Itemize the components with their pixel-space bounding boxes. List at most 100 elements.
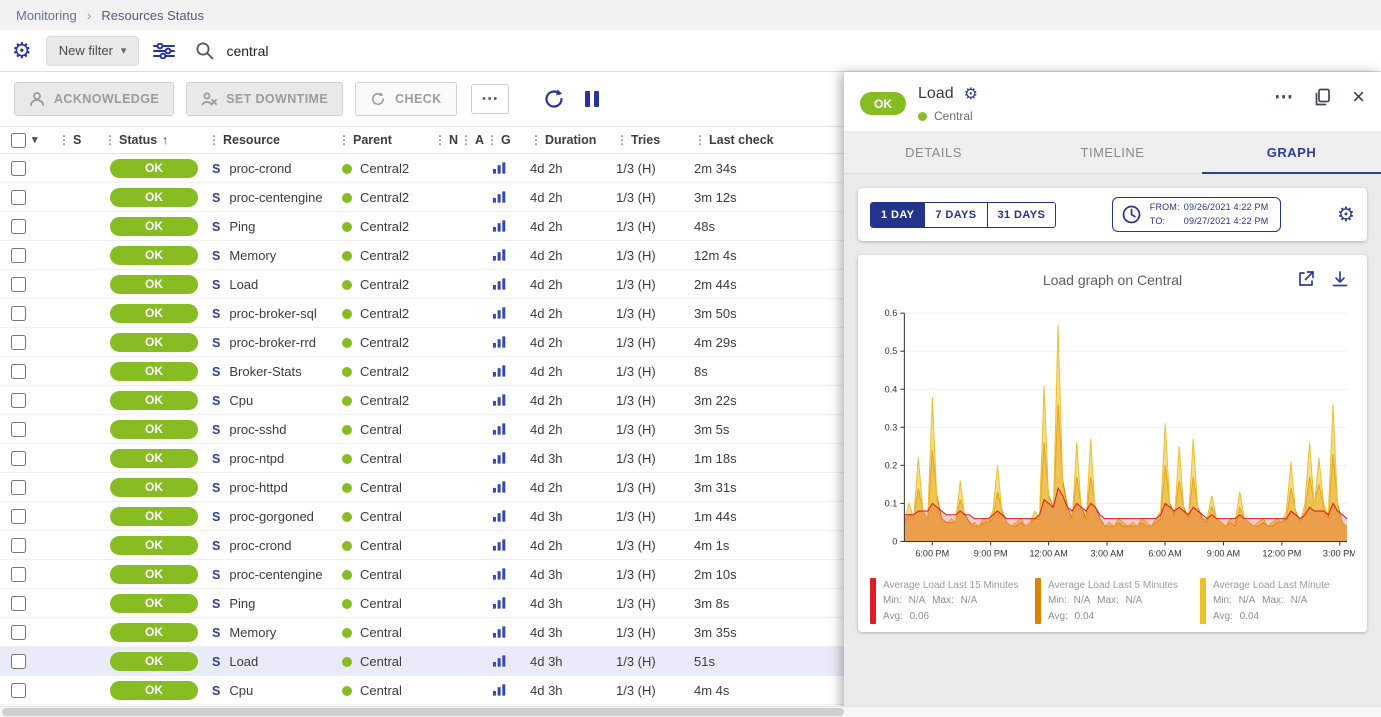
table-row[interactable]: OK SMemory Central2 4d 2h 1/3 (H) 12m 4s bbox=[0, 241, 905, 270]
graph-icon[interactable] bbox=[492, 190, 507, 204]
table-row[interactable]: OK Sproc-gorgoned Central 4d 3h 1/3 (H) … bbox=[0, 502, 905, 531]
set-downtime-button[interactable]: SET DOWNTIME bbox=[186, 82, 343, 116]
table-row[interactable]: OK SPing Central2 4d 2h 1/3 (H) 48s bbox=[0, 212, 905, 241]
copy-link-icon[interactable] bbox=[1313, 88, 1332, 107]
column-menu-icon[interactable]: ⋮ bbox=[104, 133, 116, 147]
column-menu-icon[interactable]: ⋮ bbox=[530, 133, 542, 147]
row-checkbox[interactable] bbox=[11, 625, 26, 640]
row-checkbox[interactable] bbox=[11, 567, 26, 582]
resource-name[interactable]: Ping bbox=[229, 596, 255, 611]
column-menu-icon[interactable]: ⋮ bbox=[434, 133, 446, 147]
parent-name[interactable]: Central2 bbox=[360, 393, 409, 408]
row-checkbox[interactable] bbox=[11, 596, 26, 611]
parent-name[interactable]: Central2 bbox=[360, 219, 409, 234]
acknowledge-button[interactable]: ACKNOWLEDGE bbox=[14, 82, 174, 116]
row-checkbox[interactable] bbox=[11, 451, 26, 466]
parent-name[interactable]: Central bbox=[360, 683, 402, 698]
horizontal-scrollbar[interactable] bbox=[0, 706, 1381, 717]
row-checkbox[interactable] bbox=[11, 190, 26, 205]
table-row[interactable]: OK SPing Central 4d 3h 1/3 (H) 3m 8s bbox=[0, 589, 905, 618]
column-menu-icon[interactable]: ⋮ bbox=[460, 133, 472, 147]
resource-name[interactable]: Cpu bbox=[229, 393, 253, 408]
row-checkbox[interactable] bbox=[11, 422, 26, 437]
table-row[interactable]: OK Sproc-centengine Central2 4d 2h 1/3 (… bbox=[0, 183, 905, 212]
table-row[interactable]: OK SBroker-Stats Central2 4d 2h 1/3 (H) … bbox=[0, 357, 905, 386]
table-row[interactable]: OK Sproc-broker-rrd Central2 4d 2h 1/3 (… bbox=[0, 328, 905, 357]
parent-name[interactable]: Central2 bbox=[360, 364, 409, 379]
check-button[interactable]: CHECK bbox=[355, 82, 456, 116]
table-row[interactable]: OK Sproc-httpd Central 4d 2h 1/3 (H) 3m … bbox=[0, 473, 905, 502]
graph-icon[interactable] bbox=[492, 480, 507, 494]
graph-icon[interactable] bbox=[492, 451, 507, 465]
row-checkbox[interactable] bbox=[11, 248, 26, 263]
resource-name[interactable]: proc-crond bbox=[229, 538, 291, 553]
tab-graph[interactable]: GRAPH bbox=[1202, 131, 1381, 173]
parent-name[interactable]: Central bbox=[360, 509, 402, 524]
table-row[interactable]: OK SCpu Central2 4d 2h 1/3 (H) 3m 22s bbox=[0, 386, 905, 415]
row-checkbox[interactable] bbox=[11, 393, 26, 408]
open-in-new-icon[interactable] bbox=[1297, 270, 1315, 288]
row-checkbox[interactable] bbox=[11, 306, 26, 321]
new-filter-dropdown[interactable]: New filter ▾ bbox=[46, 36, 140, 66]
range-from-value[interactable]: 09/26/2021 4:22 PM bbox=[1184, 202, 1269, 212]
parent-name[interactable]: Central bbox=[360, 422, 402, 437]
panel-more-icon[interactable]: ⋯ bbox=[1274, 88, 1293, 107]
resource-name[interactable]: Load bbox=[229, 277, 258, 292]
graph-icon[interactable] bbox=[492, 364, 507, 378]
row-checkbox[interactable] bbox=[11, 364, 26, 379]
breadcrumb-resources-status[interactable]: Resources Status bbox=[101, 8, 204, 23]
column-menu-icon[interactable]: ⋮ bbox=[58, 133, 70, 147]
graph-icon[interactable] bbox=[492, 538, 507, 552]
graph-settings-gear-icon[interactable]: ⚙ bbox=[1337, 202, 1355, 227]
breadcrumb-monitoring[interactable]: Monitoring bbox=[16, 8, 77, 23]
sort-asc-icon[interactable]: ↑ bbox=[162, 133, 168, 147]
table-row[interactable]: OK Sproc-sshd Central 4d 2h 1/3 (H) 3m 5… bbox=[0, 415, 905, 444]
parent-name[interactable]: Central bbox=[360, 567, 402, 582]
more-actions-button[interactable]: ⋯ bbox=[471, 84, 509, 114]
resource-name[interactable]: proc-broker-sql bbox=[229, 306, 316, 321]
scrollbar-thumb[interactable] bbox=[2, 708, 844, 716]
period-1-day-button[interactable]: 1 DAY bbox=[871, 203, 924, 227]
search-input[interactable] bbox=[226, 43, 446, 59]
panel-parent-name[interactable]: Central bbox=[934, 109, 973, 123]
refresh-button[interactable] bbox=[539, 84, 569, 114]
resource-name[interactable]: proc-httpd bbox=[229, 480, 288, 495]
table-row[interactable]: OK Sproc-centengine Central 4d 3h 1/3 (H… bbox=[0, 560, 905, 589]
period-31-days-button[interactable]: 31 DAYS bbox=[987, 203, 1056, 227]
column-menu-icon[interactable]: ⋮ bbox=[694, 133, 706, 147]
parent-name[interactable]: Central bbox=[360, 596, 402, 611]
filter-settings-gear-icon[interactable]: ⚙ bbox=[12, 40, 32, 62]
parent-name[interactable]: Central bbox=[360, 480, 402, 495]
range-to-value[interactable]: 09/27/2021 4:22 PM bbox=[1184, 216, 1269, 226]
parent-name[interactable]: Central2 bbox=[360, 190, 409, 205]
row-checkbox[interactable] bbox=[11, 683, 26, 698]
resource-name[interactable]: proc-centengine bbox=[229, 567, 322, 582]
parent-name[interactable]: Central bbox=[360, 538, 402, 553]
custom-range-selector[interactable]: FROM:09/26/2021 4:22 PM TO:09/27/2021 4:… bbox=[1112, 197, 1282, 232]
parent-name[interactable]: Central bbox=[360, 625, 402, 640]
parent-name[interactable]: Central bbox=[360, 654, 402, 669]
table-row[interactable]: OK SCpu Central 4d 3h 1/3 (H) 4m 4s bbox=[0, 676, 905, 705]
row-checkbox[interactable] bbox=[11, 480, 26, 495]
column-menu-icon[interactable]: ⋮ bbox=[338, 133, 350, 147]
resource-name[interactable]: proc-centengine bbox=[229, 190, 322, 205]
tab-details[interactable]: DETAILS bbox=[844, 131, 1023, 173]
parent-name[interactable]: Central2 bbox=[360, 277, 409, 292]
row-checkbox[interactable] bbox=[11, 538, 26, 553]
table-row[interactable]: OK SMemory Central 4d 3h 1/3 (H) 3m 35s bbox=[0, 618, 905, 647]
resource-name[interactable]: Memory bbox=[229, 248, 276, 263]
graph-icon[interactable] bbox=[492, 277, 507, 291]
row-checkbox[interactable] bbox=[11, 509, 26, 524]
resource-name[interactable]: Load bbox=[229, 654, 258, 669]
resource-name[interactable]: Cpu bbox=[229, 683, 253, 698]
row-checkbox[interactable] bbox=[11, 219, 26, 234]
row-checkbox[interactable] bbox=[11, 335, 26, 350]
graph-icon[interactable] bbox=[492, 248, 507, 262]
row-checkbox[interactable] bbox=[11, 654, 26, 669]
graph-icon[interactable] bbox=[492, 596, 507, 610]
resource-config-gear-icon[interactable]: ⚙ bbox=[964, 84, 978, 104]
graph-icon[interactable] bbox=[492, 422, 507, 436]
pause-autorefresh-button[interactable] bbox=[581, 87, 603, 111]
select-all-checkbox[interactable] bbox=[11, 133, 26, 148]
parent-name[interactable]: Central2 bbox=[360, 306, 409, 321]
